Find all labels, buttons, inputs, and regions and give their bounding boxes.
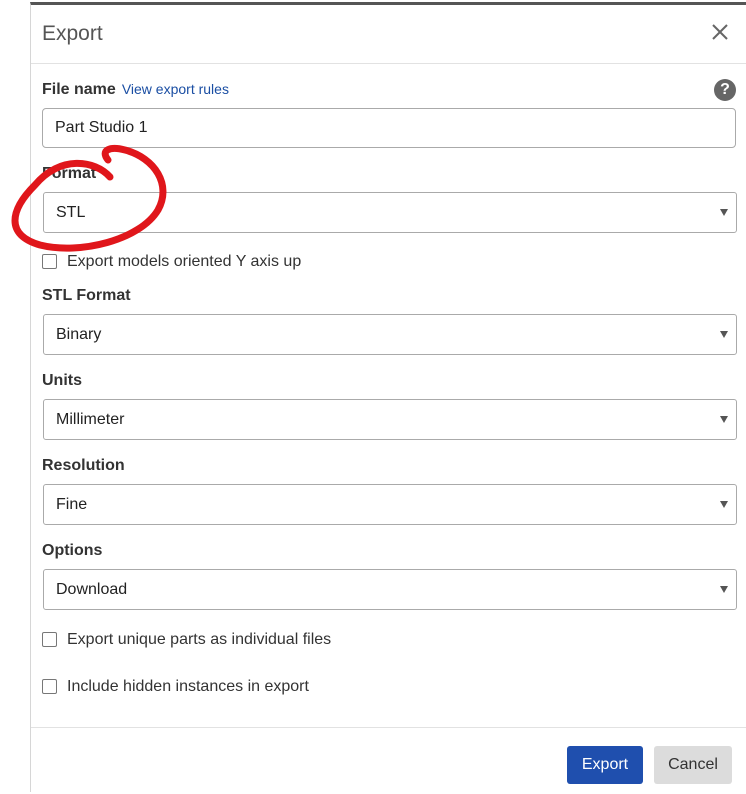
units-select[interactable]: Millimeter bbox=[43, 399, 737, 440]
dialog-header: Export bbox=[31, 5, 746, 64]
help-icon[interactable]: ? bbox=[714, 79, 736, 101]
format-select[interactable]: STL bbox=[43, 192, 737, 233]
options-select[interactable]: Download bbox=[43, 569, 737, 610]
options-select-value: Download bbox=[56, 581, 128, 598]
resolution-select-value: Fine bbox=[56, 496, 88, 513]
units-label: Units bbox=[42, 372, 82, 389]
y-axis-up-checkbox[interactable] bbox=[42, 254, 57, 269]
stl-format-label: STL Format bbox=[42, 287, 131, 304]
chevron-down-icon bbox=[720, 209, 728, 216]
chevron-down-icon bbox=[720, 501, 728, 508]
file-name-label-row: File name View export rules bbox=[42, 81, 229, 99]
format-label: Format bbox=[42, 165, 97, 182]
view-export-rules-link[interactable]: View export rules bbox=[122, 81, 229, 97]
export-button[interactable]: Export bbox=[567, 746, 643, 784]
resolution-select[interactable]: Fine bbox=[43, 484, 737, 525]
dialog-title: Export bbox=[42, 22, 103, 45]
export-dialog: Export File name View export rules ? Part… bbox=[30, 2, 746, 792]
hidden-instances-label: Include hidden instances in export bbox=[67, 678, 309, 695]
y-axis-up-label: Export models oriented Y axis up bbox=[67, 253, 302, 270]
stl-format-select-value: Binary bbox=[56, 326, 102, 343]
chevron-down-icon bbox=[720, 416, 728, 423]
file-name-label: File name bbox=[42, 81, 116, 98]
options-label: Options bbox=[42, 542, 103, 559]
unique-parts-checkbox[interactable] bbox=[42, 632, 57, 647]
dialog-footer: Export Cancel bbox=[31, 727, 746, 794]
format-select-value: STL bbox=[56, 204, 86, 221]
unique-parts-label: Export unique parts as individual files bbox=[67, 631, 332, 648]
stl-format-select[interactable]: Binary bbox=[43, 314, 737, 355]
chevron-down-icon bbox=[720, 586, 728, 593]
hidden-instances-checkbox[interactable] bbox=[42, 679, 57, 694]
resolution-label: Resolution bbox=[42, 457, 125, 474]
units-select-value: Millimeter bbox=[56, 411, 125, 428]
cancel-button[interactable]: Cancel bbox=[654, 746, 732, 784]
close-icon[interactable] bbox=[709, 21, 731, 43]
chevron-down-icon bbox=[720, 331, 728, 338]
file-name-input[interactable]: Part Studio 1 bbox=[42, 108, 736, 148]
